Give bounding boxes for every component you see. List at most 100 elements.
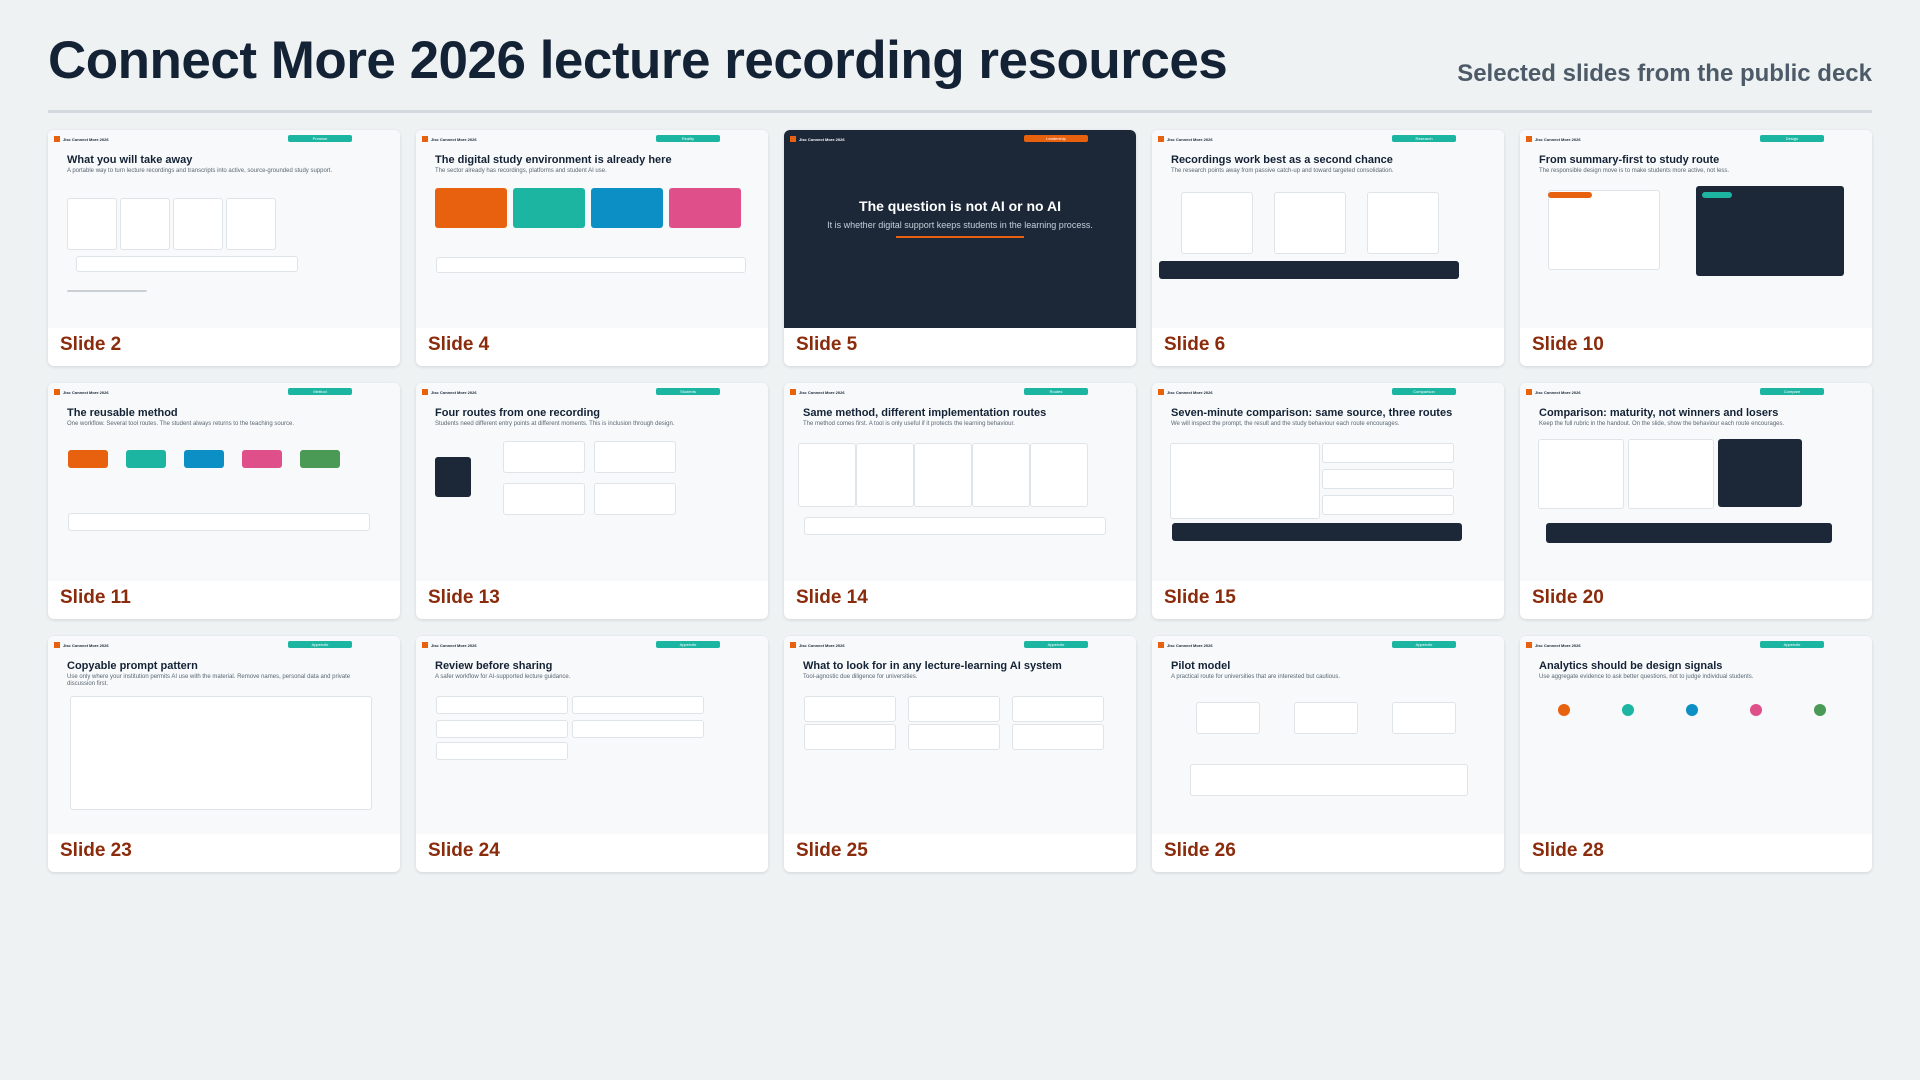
- slide-brand-text: Jisc Connect More 2026: [63, 136, 109, 142]
- slide-label: Slide 28: [1532, 840, 1604, 861]
- slide-brand: Jisc Connect More 2026: [790, 642, 845, 648]
- slide-content-block: [804, 724, 896, 750]
- slide-brand: Jisc Connect More 2026: [790, 389, 845, 395]
- slide-description: Use only where your institution permits …: [67, 674, 351, 687]
- slide-card[interactable]: Jisc Connect More 2026 Design From summary…: [1520, 130, 1872, 366]
- slide-content-block: [972, 443, 1030, 507]
- slide-content-block: [1322, 469, 1454, 489]
- slide-thumbnail[interactable]: Jisc Connect More 2026 Appendix What to lo…: [784, 636, 1136, 834]
- slide-thumbnail[interactable]: Jisc Connect More 2026 Compare Comparison:…: [1520, 383, 1872, 581]
- slide-content-block: [1548, 192, 1592, 198]
- jisc-logo-icon: [1526, 136, 1532, 142]
- accent-line: [896, 236, 1024, 238]
- slide-content-block: [798, 443, 856, 507]
- slide-content-block: [184, 450, 224, 468]
- slide-card[interactable]: Jisc Connect More 2026 Appendix Copyable p…: [48, 636, 400, 872]
- slide-label: Slide 6: [1164, 334, 1226, 355]
- slide-content-block: [67, 198, 117, 250]
- slide-brand: Jisc Connect More 2026: [1526, 642, 1581, 648]
- slide-card[interactable]: Jisc Connect More 2026 Method The reusable…: [48, 383, 400, 619]
- slide-content-block: [1190, 764, 1468, 796]
- slide-content-block: [436, 720, 568, 738]
- slide-card[interactable]: Jisc Connect More 2026 Reality The digital…: [416, 130, 768, 366]
- slide-tag: Appendix: [1760, 641, 1824, 648]
- slide-tag: Routes: [1024, 388, 1088, 395]
- slide-brand-text: Jisc Connect More 2026: [1167, 642, 1213, 648]
- slide-content-block: [1012, 724, 1104, 750]
- slide-tag: Research: [1392, 135, 1456, 142]
- slide-brand: Jisc Connect More 2026: [422, 389, 477, 395]
- slide-content-block: [1274, 192, 1346, 254]
- slide-card[interactable]: Jisc Connect More 2026 Appendix Review bef…: [416, 636, 768, 872]
- slide-heading: The question is not AI or no AI: [859, 198, 1061, 214]
- slide-content-block: [1322, 495, 1454, 515]
- slide-card[interactable]: Jisc Connect More 2026 Appendix Pilot mode…: [1152, 636, 1504, 872]
- slide-card[interactable]: Jisc Connect More 2026 Routes Same method,…: [784, 383, 1136, 619]
- slide-content-block: [513, 188, 585, 228]
- slide-card[interactable]: Jisc Connect More 2026 Appendix Analytics …: [1520, 636, 1872, 872]
- slide-content-block: [914, 443, 972, 507]
- slide-card[interactable]: Jisc Connect More 2026 Students Four route…: [416, 383, 768, 619]
- slide-content-block: [1322, 443, 1454, 463]
- slide-brand-text: Jisc Connect More 2026: [1535, 136, 1581, 142]
- jisc-logo-icon: [790, 389, 796, 395]
- slide-content-block: [126, 450, 166, 468]
- jisc-logo-icon: [422, 136, 428, 142]
- slide-content-block: [435, 188, 507, 228]
- slide-description: A portable way to turn lecture recording…: [67, 168, 333, 174]
- slide-content-block: [669, 188, 741, 228]
- slide-brand: Jisc Connect More 2026: [1158, 389, 1213, 395]
- slide-content-block: [1628, 439, 1714, 509]
- slide-thumbnail[interactable]: Jisc Connect More 2026 Method The reusable…: [48, 383, 400, 581]
- slide-content-block: [1159, 261, 1459, 279]
- slide-thumbnail[interactable]: Jisc Connect More 2026 Research Recordings…: [1152, 130, 1504, 328]
- slide-content-block: [1702, 192, 1732, 198]
- slide-description: Use aggregate evidence to ask better que…: [1539, 674, 1754, 680]
- slide-content-block: [1622, 704, 1634, 716]
- slide-content-block: [594, 483, 676, 515]
- slide-card[interactable]: Jisc Connect More 2026 Appendix What to lo…: [784, 636, 1136, 872]
- slide-thumbnail[interactable]: Jisc Connect More 2026 Students Four route…: [416, 383, 768, 581]
- slide-brand: Jisc Connect More 2026: [54, 642, 109, 648]
- slide-thumbnail[interactable]: Jisc Connect More 2026 Appendix Copyable p…: [48, 636, 400, 834]
- slide-label: Slide 13: [428, 587, 500, 608]
- slide-thumbnail[interactable]: Jisc Connect More 2026 Routes Same method,…: [784, 383, 1136, 581]
- slide-thumbnail[interactable]: Jisc Connect More 2026 Appendix Review bef…: [416, 636, 768, 834]
- slide-card[interactable]: Jisc Connect More 2026 Leadership The ques…: [784, 130, 1136, 366]
- slide-brand-text: Jisc Connect More 2026: [431, 389, 477, 395]
- slide-thumbnail[interactable]: Jisc Connect More 2026 Leadership The ques…: [784, 130, 1136, 328]
- slide-content-block: [591, 188, 663, 228]
- slide-thumbnail[interactable]: Jisc Connect More 2026 Promise What you wi…: [48, 130, 400, 328]
- slide-description: The responsible design move is to make s…: [1539, 168, 1730, 174]
- slide-content-block: [1814, 704, 1826, 716]
- slide-card[interactable]: Jisc Connect More 2026 Comparison Seven-mi…: [1152, 383, 1504, 619]
- slide-content-block: [120, 198, 170, 250]
- slide-tag: Students: [656, 388, 720, 395]
- slide-thumbnail[interactable]: Jisc Connect More 2026 Appendix Analytics …: [1520, 636, 1872, 834]
- slide-tag: Promise: [288, 135, 352, 142]
- slide-content-block: [572, 696, 704, 714]
- slide-grid: Jisc Connect More 2026 Promise What you wi…: [48, 130, 1872, 872]
- slide-content-block: [435, 457, 471, 497]
- slide-thumbnail[interactable]: Jisc Connect More 2026 Reality The digital…: [416, 130, 768, 328]
- slide-content-block: [572, 720, 704, 738]
- slide-card[interactable]: Jisc Connect More 2026 Research Recordings…: [1152, 130, 1504, 366]
- slide-content-block: [1558, 704, 1570, 716]
- slide-description: A safer workflow for AI-supported lectur…: [435, 674, 571, 680]
- jisc-logo-icon: [422, 389, 428, 395]
- slide-tag: Compare: [1760, 388, 1824, 395]
- slide-label: Slide 26: [1164, 840, 1236, 861]
- slide-thumbnail[interactable]: Jisc Connect More 2026 Comparison Seven-mi…: [1152, 383, 1504, 581]
- slide-thumbnail[interactable]: Jisc Connect More 2026 Appendix Pilot mode…: [1152, 636, 1504, 834]
- slide-heading: Seven-minute comparison: same source, th…: [1171, 407, 1453, 419]
- slide-heading: Review before sharing: [435, 660, 553, 672]
- slide-content-block: [1196, 702, 1260, 734]
- slide-card[interactable]: Jisc Connect More 2026 Promise What you wi…: [48, 130, 400, 366]
- slide-thumbnail[interactable]: Jisc Connect More 2026 Design From summary…: [1520, 130, 1872, 328]
- slide-card[interactable]: Jisc Connect More 2026 Compare Comparison:…: [1520, 383, 1872, 619]
- slide-tag: Appendix: [288, 641, 352, 648]
- slide-brand: Jisc Connect More 2026: [1526, 136, 1581, 142]
- slide-content-block: [1548, 190, 1660, 270]
- slide-tag: Reality: [656, 135, 720, 142]
- jisc-logo-icon: [54, 136, 60, 142]
